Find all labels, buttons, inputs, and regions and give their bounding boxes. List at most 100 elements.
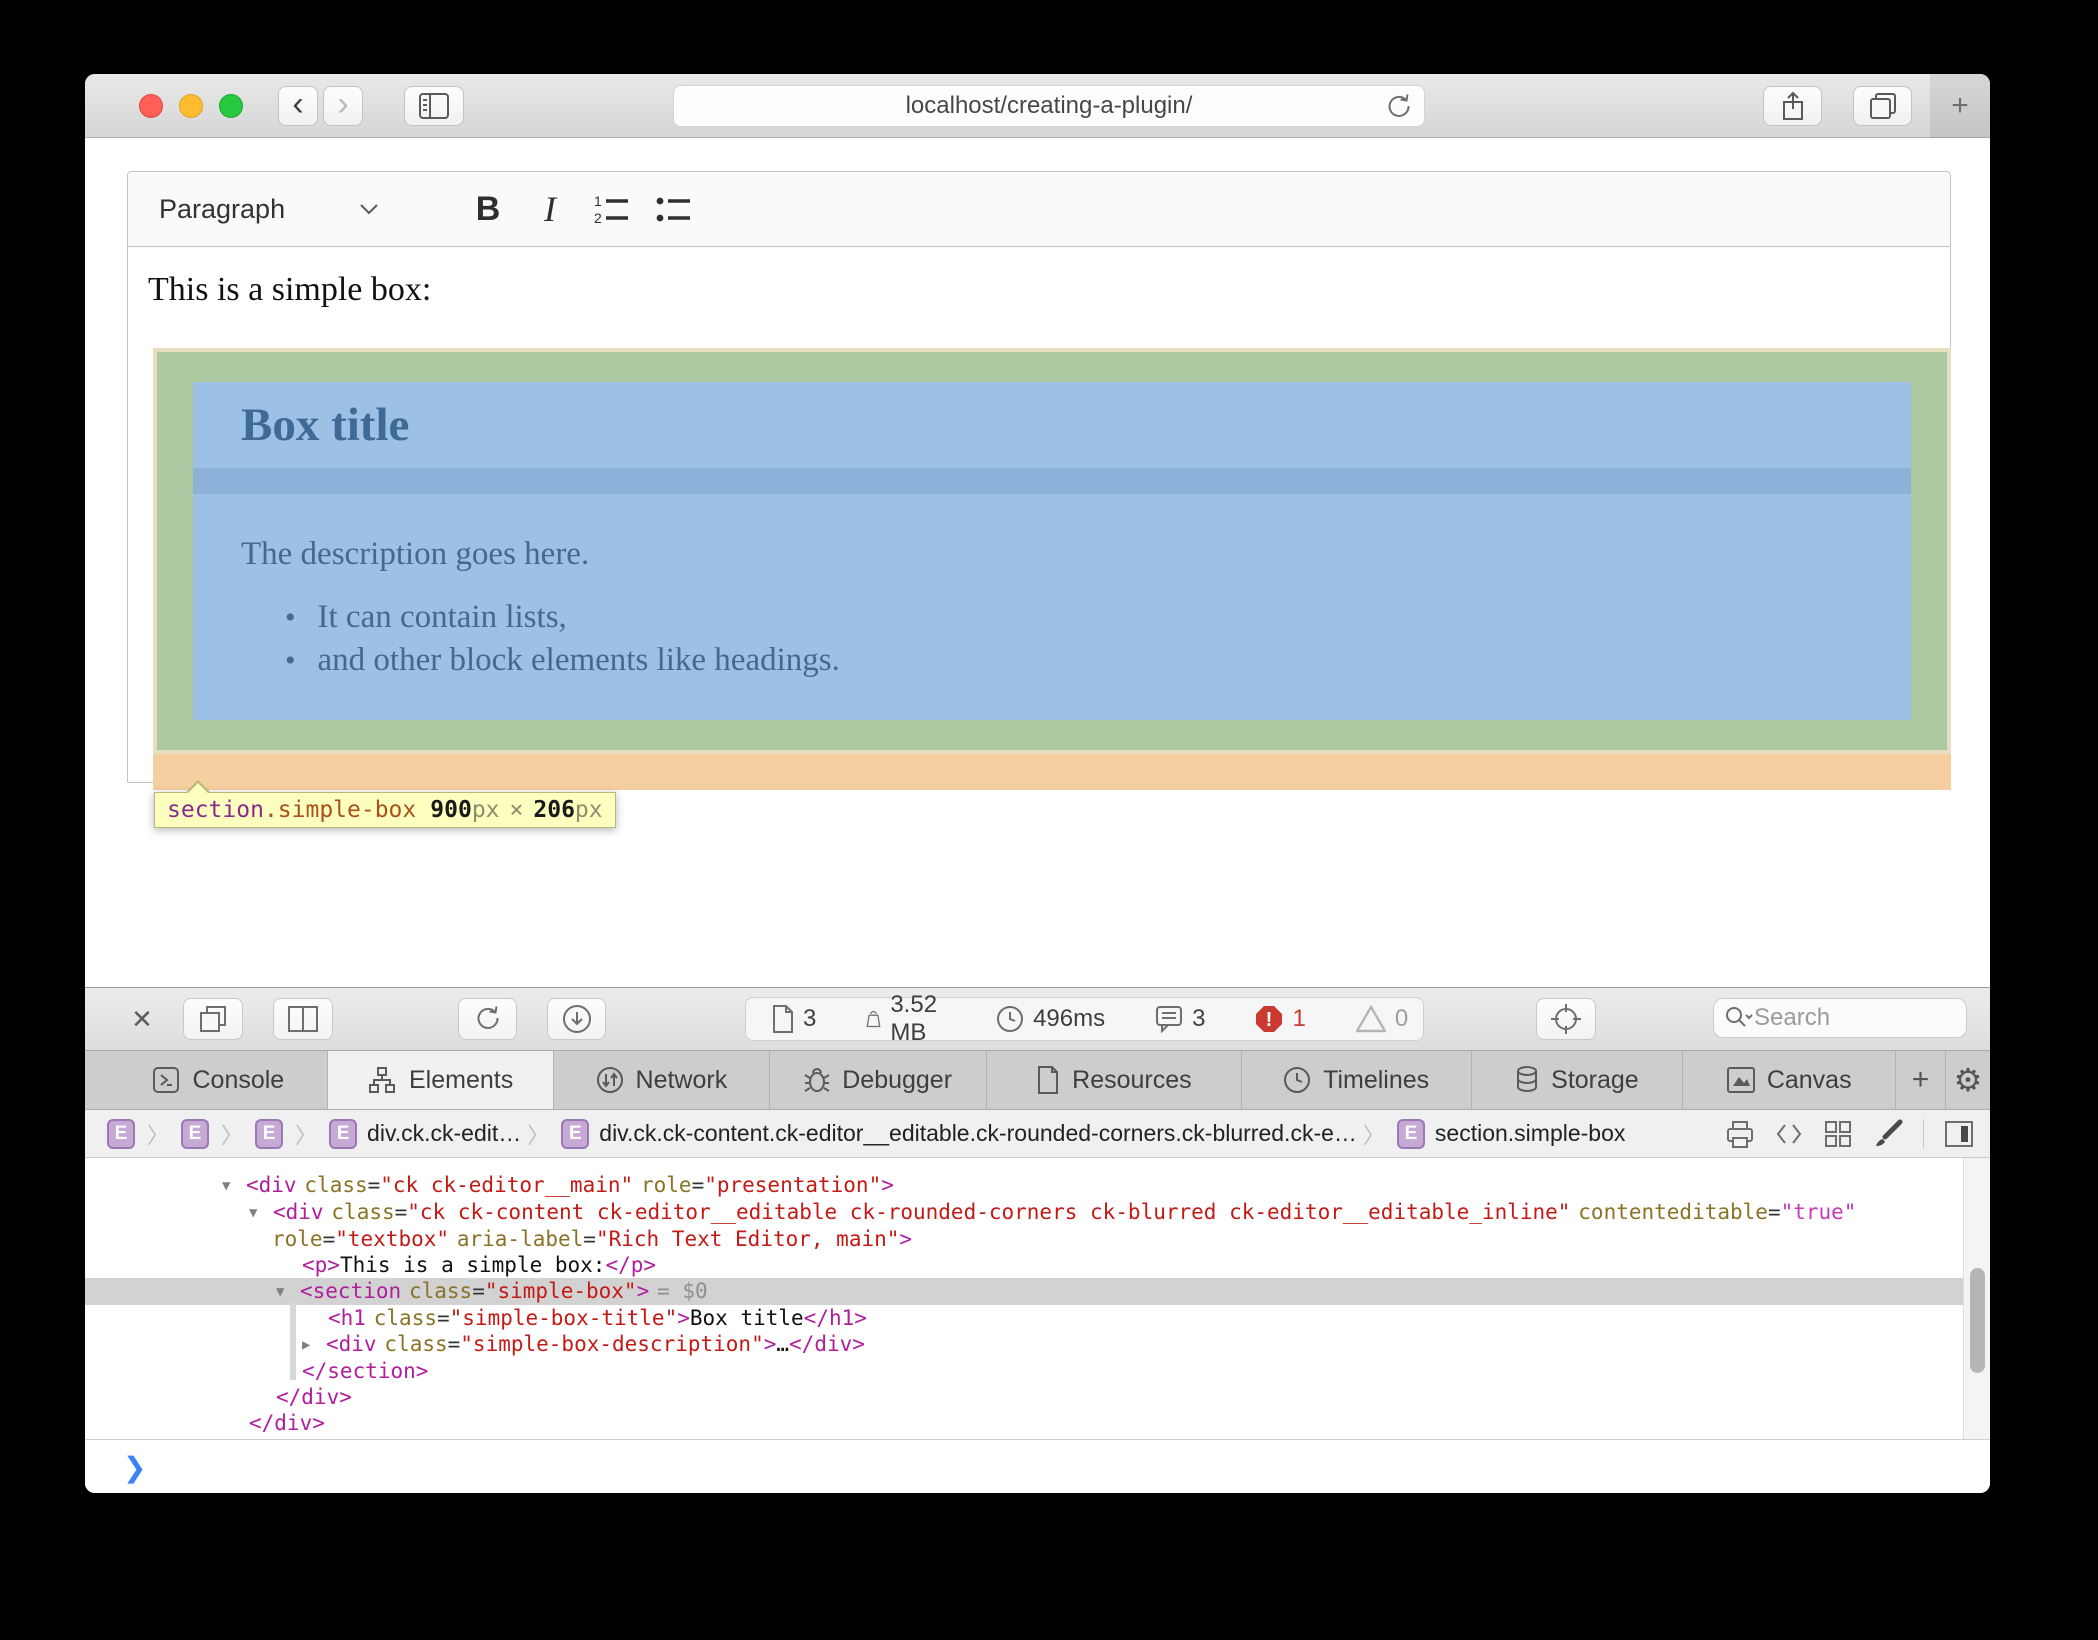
- tag-token: </h1>: [804, 1306, 867, 1330]
- close-inspector-button[interactable]: ✕: [121, 998, 163, 1040]
- element-badge[interactable]: E: [1397, 1119, 1425, 1149]
- share-button[interactable]: [1763, 86, 1822, 126]
- back-button[interactable]: ‹: [278, 86, 318, 126]
- reload-button[interactable]: [1386, 93, 1412, 121]
- element-badge[interactable]: E: [255, 1119, 283, 1149]
- tab-debugger[interactable]: Debugger: [769, 1051, 986, 1109]
- tab-timelines[interactable]: Timelines: [1241, 1051, 1471, 1109]
- minimize-window-button[interactable]: [179, 94, 203, 118]
- dom-line[interactable]: role="textbox"aria-label="Rich Text Edit…: [85, 1226, 1990, 1252]
- tag-token: <div: [326, 1332, 377, 1356]
- reload-icon: [475, 1005, 501, 1033]
- stat-warnings[interactable]: 0: [1356, 1005, 1408, 1033]
- element-badge[interactable]: E: [107, 1119, 135, 1149]
- print-styles-button[interactable]: [1725, 1119, 1755, 1149]
- dock-side-button[interactable]: [273, 998, 333, 1040]
- plus-icon: +: [1951, 89, 1969, 123]
- ckeditor-editable[interactable]: This is a simple box: Box title The desc…: [127, 247, 1951, 783]
- new-tab-button[interactable]: +: [1930, 74, 1990, 138]
- reload-icon: [1386, 93, 1412, 121]
- tab-label: Storage: [1551, 1066, 1639, 1095]
- tag-token: <div: [246, 1173, 297, 1197]
- close-window-button[interactable]: [139, 94, 163, 118]
- error-icon: !: [1255, 1005, 1283, 1033]
- bold-button[interactable]: B: [457, 179, 519, 239]
- element-badge[interactable]: E: [561, 1119, 589, 1149]
- italic-button[interactable]: I: [519, 179, 581, 239]
- forward-icon: ›: [337, 87, 348, 121]
- tooltip-unit: px: [472, 797, 500, 823]
- disclosure-open-icon[interactable]: ▼: [249, 1200, 273, 1226]
- stat-transfer-size[interactable]: 3.52 MB: [866, 991, 946, 1047]
- download-icon: [562, 1004, 592, 1034]
- dom-line[interactable]: </div>: [85, 1384, 1990, 1410]
- download-page-button[interactable]: [547, 998, 606, 1040]
- source-code-button[interactable]: [1775, 1119, 1803, 1149]
- breadcrumb-item[interactable]: div.ck.ck-edit…: [367, 1120, 521, 1147]
- search-input[interactable]: [1754, 1004, 1924, 1032]
- dom-line[interactable]: <h1class="simple-box-title">Box title</h…: [85, 1305, 1990, 1331]
- disclosure-open-icon[interactable]: ▼: [222, 1173, 246, 1199]
- breadcrumb-separator-icon: 〉: [1363, 1118, 1385, 1150]
- dom-line[interactable]: <p>This is a simple box:</p>: [85, 1252, 1990, 1278]
- zoom-window-button[interactable]: [219, 94, 243, 118]
- heading-dropdown[interactable]: Paragraph: [159, 194, 395, 225]
- dom-line[interactable]: ▼<divclass="ck ck-content ck-editor__edi…: [85, 1199, 1990, 1226]
- stat-documents-count: 3: [803, 1005, 816, 1033]
- tab-elements[interactable]: Elements: [327, 1051, 553, 1109]
- attr-token: contenteditable: [1578, 1200, 1768, 1224]
- eq-token: =: [323, 1227, 336, 1251]
- sidebar-toggle-button[interactable]: [404, 86, 464, 126]
- details-sidebar-toggle-button[interactable]: [1944, 1119, 1974, 1149]
- attr-token: class: [409, 1279, 472, 1303]
- dom-line[interactable]: ▶<divclass="simple-box-description">…</d…: [85, 1331, 1990, 1358]
- quick-console[interactable]: ❯: [85, 1439, 1990, 1493]
- disclosure-closed-icon[interactable]: ▶: [302, 1332, 326, 1358]
- tag-token: >: [881, 1173, 894, 1197]
- inspector-search-field[interactable]: [1713, 998, 1967, 1038]
- tab-overview-button[interactable]: [1853, 86, 1912, 126]
- attr-token: class: [384, 1332, 447, 1356]
- forward-button[interactable]: ›: [323, 86, 363, 126]
- dom-line[interactable]: </div>: [85, 1410, 1990, 1436]
- tab-resources[interactable]: Resources: [986, 1051, 1241, 1109]
- url-text: localhost/creating-a-plugin/: [906, 92, 1193, 120]
- element-picker-button[interactable]: [1536, 998, 1596, 1040]
- element-badge[interactable]: E: [329, 1119, 357, 1149]
- bullet-icon: •: [285, 644, 296, 678]
- list-item: • and other block elements like headings…: [285, 642, 1911, 679]
- paintbrush-button[interactable]: [1873, 1119, 1903, 1149]
- scrollbar-thumb[interactable]: [1970, 1268, 1985, 1373]
- document-icon: [772, 1005, 794, 1033]
- element-badge[interactable]: E: [181, 1119, 209, 1149]
- stat-load-time[interactable]: 496ms: [996, 1005, 1105, 1033]
- list-item-text: and other block elements like headings.: [318, 642, 840, 679]
- gear-icon: ⚙: [1954, 1061, 1983, 1099]
- attr-token: class: [331, 1200, 394, 1224]
- disclosure-open-icon[interactable]: ▼: [276, 1279, 300, 1305]
- breadcrumb-item-selected[interactable]: section.simple-box: [1435, 1120, 1625, 1147]
- grid-overlay-button[interactable]: [1823, 1119, 1853, 1149]
- dom-line-selected[interactable]: ▼<sectionclass="simple-box">= $0: [85, 1278, 1990, 1305]
- stat-errors[interactable]: ! 1: [1255, 1005, 1305, 1033]
- detach-inspector-button[interactable]: [183, 998, 243, 1040]
- reload-page-button[interactable]: [458, 998, 517, 1040]
- dom-line[interactable]: ▼<divclass="ck ck-editor__main"role="pre…: [85, 1172, 1990, 1199]
- sidebar-icon: [419, 93, 449, 119]
- tab-storage[interactable]: Storage: [1471, 1051, 1683, 1109]
- breadcrumb-item[interactable]: div.ck.ck-content.ck-editor__editable.ck…: [599, 1120, 1357, 1147]
- tab-network[interactable]: Network: [553, 1051, 770, 1109]
- ckeditor-toolbar: Paragraph B I 1 2: [127, 171, 1951, 247]
- add-tab-button[interactable]: +: [1895, 1051, 1945, 1109]
- stat-console-messages[interactable]: 3: [1155, 1005, 1205, 1033]
- numbered-list-button[interactable]: 1 2: [581, 179, 643, 239]
- dom-line[interactable]: </section>: [85, 1358, 1990, 1384]
- stat-documents[interactable]: 3: [772, 1005, 816, 1033]
- inspector-settings-button[interactable]: ⚙: [1945, 1051, 1990, 1109]
- value-token: "textbox": [335, 1227, 449, 1251]
- address-bar[interactable]: localhost/creating-a-plugin/: [673, 85, 1425, 127]
- dom-scrollbar[interactable]: [1963, 1158, 1990, 1439]
- tab-console[interactable]: Console: [110, 1051, 327, 1109]
- tab-canvas[interactable]: Canvas: [1682, 1051, 1895, 1109]
- bulleted-list-button[interactable]: [643, 179, 705, 239]
